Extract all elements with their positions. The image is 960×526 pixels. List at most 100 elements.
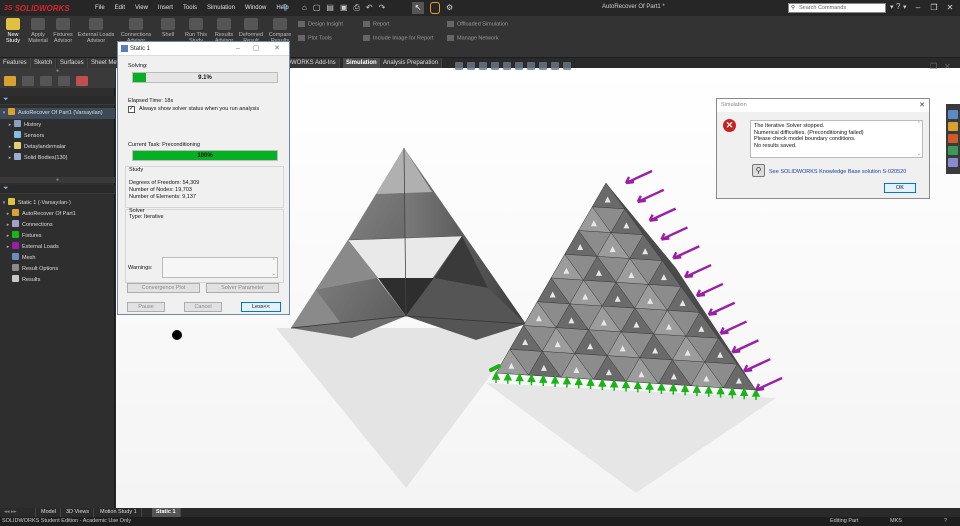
tab-motion-study[interactable]: Motion Study 1 xyxy=(96,508,142,517)
file-explorer-icon[interactable] xyxy=(948,134,958,143)
tab-3d-views[interactable]: 3D Views xyxy=(62,508,95,517)
menu-window[interactable]: Window xyxy=(240,5,271,11)
tree-item-sensors[interactable]: Sensors xyxy=(0,131,115,142)
sim-tree-root[interactable]: ▾ Static 1 (-Varsayılan-) xyxy=(0,198,115,209)
warnings-box[interactable]: ⌃ ⌄ xyxy=(162,257,278,278)
search-commands-input[interactable]: ⚲ Search Commands xyxy=(788,3,886,13)
tree-item-solid-bodies[interactable]: ▸ Solid Bodies(130) xyxy=(0,153,115,164)
report-button[interactable]: Report xyxy=(363,21,390,27)
sim-tree-part[interactable]: ▸ AutoRecover Of Part1 xyxy=(0,209,115,220)
tab-model[interactable]: Model xyxy=(37,508,61,517)
tree-item-annotations[interactable]: ▸ Detaylandırmalar xyxy=(0,142,115,153)
tree-filter[interactable]: ⏷ xyxy=(0,96,115,105)
external-loads-advisor-button[interactable]: External Loads Advisor xyxy=(76,18,116,44)
scroll-down-icon[interactable]: ⌄ xyxy=(272,271,276,277)
dimxpert-tab-icon[interactable] xyxy=(58,76,70,86)
fixtures-advisor-button[interactable]: Fixtures Advisor xyxy=(52,18,74,44)
apply-material-button[interactable]: Apply Material xyxy=(26,18,50,44)
scroll-up-icon[interactable]: ⌃ xyxy=(272,258,276,264)
status-help-icon[interactable]: ? xyxy=(944,517,947,526)
tab-features[interactable]: Features xyxy=(0,58,31,68)
scene-icon[interactable] xyxy=(551,62,559,70)
menu-insert[interactable]: Insert xyxy=(153,5,178,11)
pause-button[interactable]: Pause xyxy=(127,302,165,312)
tab-sketch[interactable]: Sketch xyxy=(31,58,57,68)
sim-tree-connections[interactable]: ▸ Connections xyxy=(0,220,115,231)
display-style-icon[interactable] xyxy=(515,62,523,70)
menu-edit[interactable]: Edit xyxy=(110,5,130,11)
zoom-area-icon[interactable] xyxy=(467,62,475,70)
sim-tree-result-options[interactable]: Result Options xyxy=(0,264,115,275)
quick-access-icons[interactable]: ⌂▢▤▣⎙↶↷ xyxy=(302,3,391,13)
shell-button[interactable]: Shell xyxy=(158,18,178,38)
menu-tools[interactable]: Tools xyxy=(178,5,202,11)
sim-tree-filter[interactable]: ⏷ xyxy=(0,185,115,194)
resources-icon[interactable] xyxy=(948,110,958,119)
dialog-titlebar[interactable]: Static 1 – ▢ ✕ xyxy=(118,42,289,56)
solver-parameter-button[interactable]: Solver Parameter xyxy=(206,283,279,293)
restore-icon[interactable]: ❐ xyxy=(928,2,940,14)
sim-tree-mesh[interactable]: Mesh xyxy=(0,253,115,264)
hide-show-icon[interactable] xyxy=(527,62,535,70)
tab-surfaces[interactable]: Surfaces xyxy=(57,58,88,68)
previous-view-icon[interactable] xyxy=(479,62,487,70)
restore-view-icon[interactable]: ❐ xyxy=(930,62,937,71)
error-dialog-close-icon[interactable]: ✕ xyxy=(919,99,925,112)
tree-item-history[interactable]: ▸ History xyxy=(0,120,115,131)
tab-analysis-preparation[interactable]: Analysis Preparation xyxy=(380,58,443,68)
sim-tree-fixtures[interactable]: ▸ Fixtures xyxy=(0,231,115,242)
minimize-icon[interactable]: – xyxy=(912,2,924,14)
error-dialog-titlebar[interactable]: Simulation ✕ xyxy=(717,99,929,112)
scroll-down-icon[interactable]: ⌄ xyxy=(917,151,921,158)
manage-network-button[interactable]: Manage Network xyxy=(447,35,499,41)
include-image-button[interactable]: Include Image for Report xyxy=(363,35,434,41)
search-dropdown-icon[interactable]: ▾ xyxy=(890,3,894,11)
section-view-icon[interactable] xyxy=(491,62,499,70)
close-icon[interactable]: ✕ xyxy=(944,2,956,14)
feature-manager-tab-icon[interactable] xyxy=(4,76,16,86)
tab-simulation[interactable]: Simulation xyxy=(343,58,381,68)
display-manager-tab-icon[interactable] xyxy=(76,76,88,86)
viewport-close-icon[interactable]: ✕ xyxy=(944,62,951,71)
pin-icon[interactable]: ⚲ xyxy=(282,3,288,12)
help-icon[interactable]: ? xyxy=(896,2,900,11)
view-settings-icon[interactable] xyxy=(563,62,571,70)
tree-root-part[interactable]: ▾ AutoRecover Of Part1 (Varsayılan) xyxy=(0,108,115,119)
sim-tree-results[interactable]: Results xyxy=(0,275,115,286)
convergence-plot-button[interactable]: Convergence Plot xyxy=(127,283,200,293)
options-gear-icon[interactable]: ⚙ xyxy=(446,3,453,12)
tab-scroll-arrows-icon[interactable]: ◂◂ ▸▸ xyxy=(0,508,36,517)
scroll-up-icon[interactable]: ⌃ xyxy=(917,121,921,128)
offloaded-simulation-button[interactable]: Offloaded Simulation xyxy=(447,21,508,27)
menu-file[interactable]: File xyxy=(90,5,110,11)
zoom-fit-icon[interactable] xyxy=(455,62,463,70)
knowledge-base-link[interactable]: See SOLIDWORKS Knowledge Base solution S… xyxy=(769,169,906,175)
design-library-icon[interactable] xyxy=(948,122,958,131)
dialog-close-icon[interactable]: ✕ xyxy=(270,42,284,56)
view-orientation-icon[interactable] xyxy=(503,62,511,70)
configuration-manager-tab-icon[interactable] xyxy=(40,76,52,86)
view-palette-icon[interactable] xyxy=(948,146,958,155)
always-show-checkbox[interactable]: ✓ xyxy=(128,106,135,113)
menu-simulation[interactable]: Simulation xyxy=(202,5,240,11)
panel-splitter-2[interactable]: ● xyxy=(0,177,115,183)
ok-button[interactable]: OK xyxy=(884,183,916,193)
select-arrow-icon[interactable]: ↖ xyxy=(412,2,424,14)
new-study-button[interactable]: New Study xyxy=(3,18,23,44)
traffic-light-icon[interactable] xyxy=(430,2,440,14)
help-dropdown-icon[interactable]: ▾ xyxy=(903,3,907,11)
less-button[interactable]: Less<< xyxy=(241,302,281,312)
menu-view[interactable]: View xyxy=(130,5,153,11)
cancel-button[interactable]: Cancel xyxy=(184,302,222,312)
sim-tree-external-loads[interactable]: ▸ External Loads xyxy=(0,242,115,253)
plot-tools-button[interactable]: Plot Tools xyxy=(298,35,332,41)
status-units[interactable]: MKS xyxy=(890,517,902,526)
solidworks-logo[interactable]: 3S SOLIDWORKS xyxy=(0,0,82,16)
dialog-minimize-icon[interactable]: – xyxy=(231,42,245,56)
property-manager-tab-icon[interactable] xyxy=(22,76,34,86)
appearance-icon[interactable] xyxy=(539,62,547,70)
appearances-icon[interactable] xyxy=(948,158,958,167)
dialog-maximize-icon[interactable]: ▢ xyxy=(249,42,263,56)
design-insight-button[interactable]: Design Insight xyxy=(298,21,343,27)
tab-static-1[interactable]: Static 1 xyxy=(152,508,181,517)
